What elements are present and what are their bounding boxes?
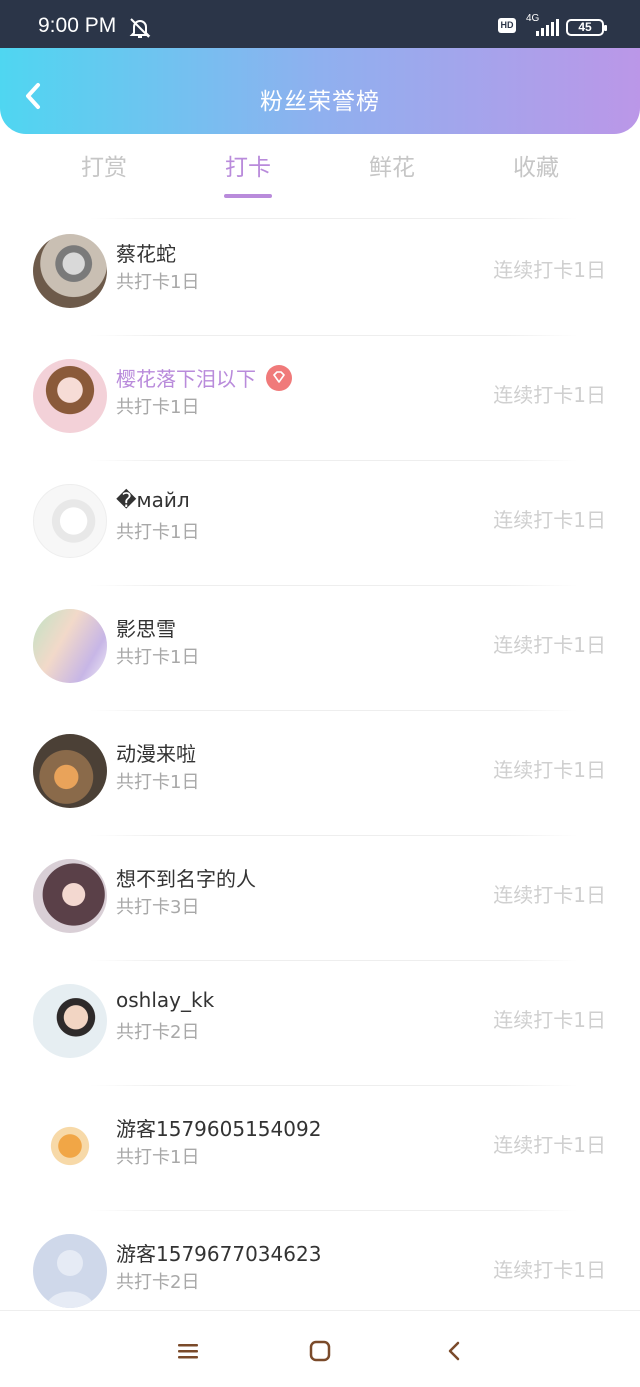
list-item[interactable]: 游客1579605154092 共打卡1日 连续打卡1日: [0, 1093, 640, 1217]
fan-total-checkin: 共打卡1日: [116, 1147, 200, 1168]
fan-total-checkin: 共打卡1日: [116, 772, 200, 793]
avatar: [33, 984, 107, 1058]
divider: [90, 460, 578, 461]
default-user-icon: [46, 1250, 94, 1308]
battery-icon: 45: [566, 19, 607, 36]
back-chevron-icon: [448, 1341, 460, 1361]
divider: [90, 960, 578, 961]
list-item[interactable]: �майл 共打卡1日 连续打卡1日: [0, 468, 640, 592]
hd-badge: HD: [498, 18, 516, 33]
fan-name: 蔡花蛇: [116, 242, 176, 266]
fan-name: 影思雪: [116, 617, 176, 641]
fan-total-checkin: 共打卡2日: [116, 1022, 200, 1043]
list-item[interactable]: 想不到名字的人 共打卡3日 连续打卡1日: [0, 843, 640, 967]
list-item[interactable]: oshlay_kk 共打卡2日 连续打卡1日: [0, 968, 640, 1092]
tab-flowers[interactable]: 鲜花: [332, 148, 452, 204]
diamond-badge-icon: [266, 364, 292, 391]
signal-icon: [536, 19, 559, 36]
fan-total-checkin: 共打卡1日: [116, 397, 200, 418]
tab-underline: [224, 194, 272, 198]
home-button[interactable]: [302, 1333, 338, 1369]
divider: [90, 335, 578, 336]
list-item[interactable]: 动漫来啦 共打卡1日 连续打卡1日: [0, 718, 640, 842]
avatar: [33, 1234, 107, 1308]
fan-name-text: 樱花落下泪以下: [116, 367, 256, 391]
avatar: [33, 734, 107, 808]
avatar: [33, 609, 107, 683]
tab-tips[interactable]: 打赏: [44, 148, 164, 204]
fan-name: 想不到名字的人: [116, 867, 256, 891]
status-time: 9:00 PM: [38, 14, 117, 37]
avatar: [33, 484, 107, 558]
divider: [90, 710, 578, 711]
fan-streak: 连续打卡1日: [493, 258, 606, 282]
list-item[interactable]: 樱花落下泪以下 共打卡1日 连续打卡1日: [0, 343, 640, 467]
system-nav-bar: [0, 1310, 640, 1387]
fan-total-checkin: 共打卡1日: [116, 647, 200, 668]
fan-name: �майл: [116, 488, 190, 512]
fan-streak: 连续打卡1日: [493, 1133, 606, 1157]
list-item[interactable]: 影思雪 共打卡1日 连续打卡1日: [0, 593, 640, 717]
avatar: [33, 234, 107, 308]
list-item[interactable]: 蔡花蛇 共打卡1日 连续打卡1日: [0, 218, 640, 342]
tab-checkin[interactable]: 打卡: [188, 148, 308, 204]
fan-streak: 连续打卡1日: [493, 883, 606, 907]
status-bar: 9:00 PM HD 4G 45: [0, 0, 640, 48]
fan-name: 动漫来啦: [116, 742, 196, 766]
fan-streak: 连续打卡1日: [493, 508, 606, 532]
fan-streak: 连续打卡1日: [493, 758, 606, 782]
fan-name: 游客1579605154092: [116, 1117, 322, 1141]
fan-streak: 连续打卡1日: [493, 1258, 606, 1282]
fan-streak: 连续打卡1日: [493, 383, 606, 407]
avatar: [33, 859, 107, 933]
fan-name: oshlay_kk: [116, 988, 215, 1012]
fan-total-checkin: 共打卡1日: [116, 522, 200, 543]
page-title: 粉丝荣誉榜: [260, 89, 380, 115]
tab-favorites[interactable]: 收藏: [476, 148, 596, 204]
fan-name: 樱花落下泪以下: [116, 363, 292, 392]
avatar: [33, 359, 107, 433]
fan-streak: 连续打卡1日: [493, 633, 606, 657]
fan-streak: 连续打卡1日: [493, 1008, 606, 1032]
menu-button[interactable]: [170, 1333, 206, 1369]
tab-bar: 打赏 打卡 鲜花 收藏: [0, 148, 640, 204]
divider: [90, 1210, 578, 1211]
divider: [90, 585, 578, 586]
bell-muted-icon: [129, 18, 151, 38]
avatar: [33, 1109, 107, 1183]
fan-total-checkin: 共打卡2日: [116, 1272, 200, 1293]
home-square-icon: [309, 1340, 331, 1362]
system-back-button[interactable]: [436, 1333, 472, 1369]
menu-icon: [178, 1344, 198, 1359]
fan-total-checkin: 共打卡1日: [116, 272, 200, 293]
divider: [90, 1085, 578, 1086]
divider: [90, 835, 578, 836]
fan-total-checkin: 共打卡3日: [116, 897, 200, 918]
fan-name: 游客1579677034623: [116, 1242, 322, 1266]
